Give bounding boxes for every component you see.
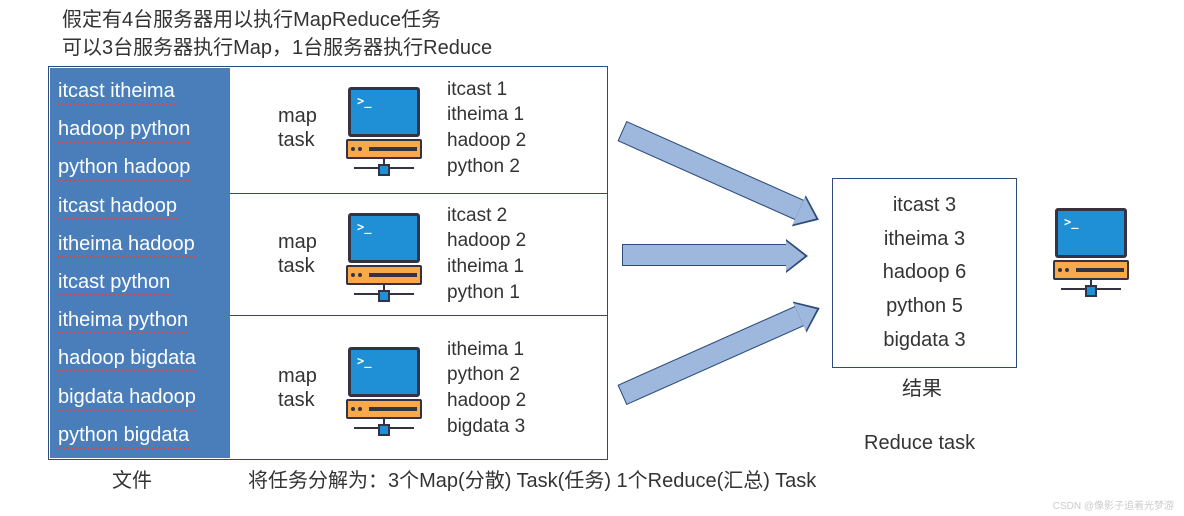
file-line: itcast python	[58, 267, 222, 297]
map-row-2: map task >_ itcast 2 hadoop 2 itheima 1 …	[278, 194, 608, 314]
result-line: bigdata 3	[883, 329, 965, 352]
file-line: hadoop bigdata	[58, 343, 222, 373]
result-line: python 5	[886, 295, 963, 318]
file-line: hadoop python	[58, 114, 222, 144]
result-label: 结果	[902, 372, 942, 401]
header-line2: 可以3台服务器执行Map，1台服务器执行Reduce	[62, 34, 492, 62]
map-task-label: map task	[278, 364, 333, 412]
terminal-prompt-icon: >_	[357, 220, 371, 234]
reduce-computer-icon: >_	[1040, 208, 1142, 290]
file-line: python bigdata	[58, 420, 222, 450]
map-task-label: map task	[278, 230, 333, 278]
computer-icon: >_	[339, 87, 429, 169]
computer-icon: >_	[339, 347, 429, 429]
result-line: hadoop 6	[883, 261, 966, 284]
terminal-prompt-icon: >_	[357, 94, 371, 108]
bottom-note: 将任务分解为：3个Map(分散) Task(任务) 1个Reduce(汇总) T…	[248, 464, 816, 493]
map-task-label: map task	[278, 104, 333, 152]
result-box: itcast 3 itheima 3 hadoop 6 python 5 big…	[832, 178, 1017, 368]
computer-icon: >_	[339, 213, 429, 295]
arrow-icon	[618, 121, 805, 220]
map-row-1: map task >_ itcast 1 itheima 1 hadoop 2 …	[278, 68, 608, 188]
terminal-prompt-icon: >_	[357, 354, 371, 368]
file-line: itheima hadoop	[58, 229, 222, 259]
file-line: python hadoop	[58, 152, 222, 182]
file-line: itcast hadoop	[58, 191, 222, 221]
arrow-icon	[622, 244, 787, 266]
map-output-2: itcast 2 hadoop 2 itheima 1 python 1	[447, 203, 526, 306]
map-row-3: map task >_ itheima 1 python 2 hadoop 2 …	[278, 328, 608, 448]
result-line: itcast 3	[893, 194, 956, 217]
file-panel: itcast itheima hadoop python python hado…	[50, 68, 230, 458]
file-label: 文件	[112, 464, 152, 493]
map-output-1: itcast 1 itheima 1 hadoop 2 python 2	[447, 77, 526, 180]
terminal-prompt-icon: >_	[1064, 215, 1078, 229]
header-text: 假定有4台服务器用以执行MapReduce任务 可以3台服务器执行Map，1台服…	[62, 6, 492, 62]
watermark: CSDN @像影子追着光梦游	[1053, 497, 1174, 512]
result-line: itheima 3	[884, 228, 965, 251]
file-line: bigdata hadoop	[58, 382, 222, 412]
file-line: itheima python	[58, 305, 222, 335]
arrow-icon	[618, 306, 805, 405]
header-line1: 假定有4台服务器用以执行MapReduce任务	[62, 6, 492, 34]
reduce-task-label: Reduce task	[864, 432, 975, 455]
file-line: itcast itheima	[58, 76, 222, 106]
map-output-3: itheima 1 python 2 hadoop 2 bigdata 3	[447, 337, 526, 440]
